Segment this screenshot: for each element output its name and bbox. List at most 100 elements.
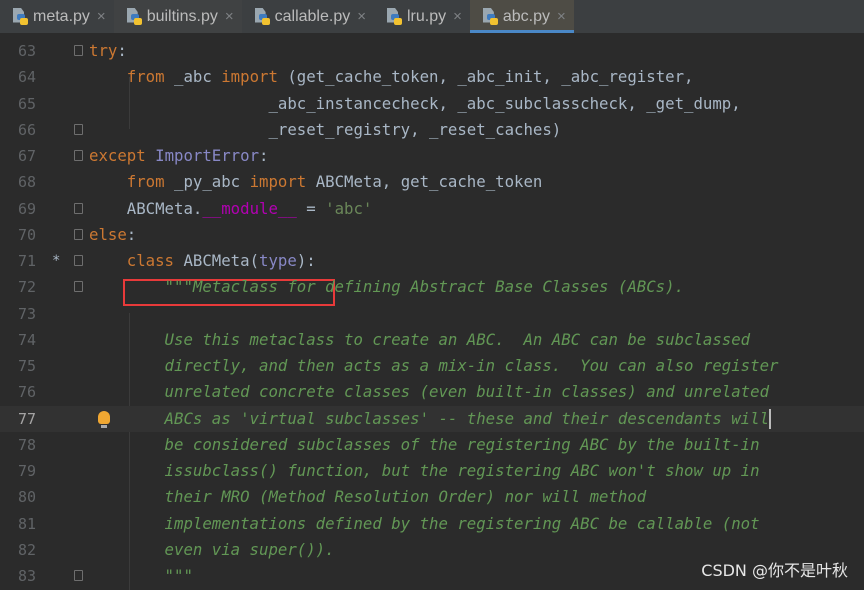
code-text: ABCs as 'virtual subclasses' -- these an… — [89, 406, 772, 432]
code-text: be considered subclasses of the register… — [89, 432, 760, 458]
tab-callable-py[interactable]: callable.py × — [242, 0, 374, 33]
code-token: from — [126, 67, 165, 87]
code-token: _reset_registry, _reset_caches) — [89, 119, 562, 139]
code-token: """ — [89, 566, 193, 585]
code-token: _abc_instancecheck, _abc_subclasscheck, … — [89, 93, 741, 113]
code-line[interactable]: 68 from _py_abc import ABCMeta, get_cach… — [0, 169, 864, 195]
code-line[interactable]: 72 """Metaclass for defining Abstract Ba… — [0, 274, 864, 300]
code-token: ABCMeta. — [89, 198, 203, 218]
fold-open-icon[interactable] — [74, 255, 83, 266]
code-token: _abc — [164, 67, 222, 87]
line-number: 77 — [17, 409, 36, 428]
line-number: 67 — [17, 147, 36, 165]
code-line[interactable]: 71 * class ABCMeta(type): — [0, 248, 864, 274]
fold-close-icon[interactable] — [74, 202, 83, 214]
line-number: 83 — [17, 567, 36, 585]
close-tab-icon[interactable]: × — [453, 8, 462, 25]
code-line[interactable]: 74 Use this metaclass to create an ABC. … — [0, 327, 864, 353]
close-tab-icon[interactable]: × — [97, 8, 106, 25]
code-token: 'abc' — [325, 198, 373, 218]
code-token: implementations defined by the registeri… — [89, 513, 760, 533]
line-number: 63 — [17, 42, 36, 60]
code-token: try — [89, 41, 118, 60]
fold-close-icon[interactable] — [74, 123, 83, 135]
code-token: from — [126, 172, 165, 192]
tab-label: meta.py — [33, 7, 90, 25]
code-line[interactable]: 65 _abc_instancecheck, _abc_subclasschec… — [0, 91, 864, 117]
line-number: 75 — [17, 357, 36, 375]
python-file-icon — [482, 7, 498, 26]
fold-close-icon[interactable] — [74, 570, 83, 581]
code-line[interactable]: 80 their MRO (Method Resolution Order) n… — [0, 484, 864, 510]
line-number: 76 — [17, 383, 36, 402]
line-number: 71 — [17, 252, 36, 270]
tab-label: abc.py — [502, 7, 551, 25]
code-token: type — [259, 251, 297, 270]
code-text: from _py_abc import ABCMeta, get_cache_t… — [89, 169, 543, 195]
line-number: 81 — [17, 514, 36, 533]
code-token: class — [126, 251, 175, 270]
line-number: 78 — [17, 435, 36, 454]
code-editor[interactable]: 63 try: 64 from _abc import (get_cache_tok… — [0, 33, 864, 590]
code-text: try: — [89, 38, 127, 64]
fold-open-icon[interactable] — [74, 45, 83, 56]
line-number: 64 — [17, 68, 36, 87]
code-line[interactable]: 73 — [0, 301, 864, 327]
code-token: ABCs as 'virtual subclasses' -- these an… — [89, 408, 770, 428]
code-token: : — [259, 146, 269, 165]
close-tab-icon[interactable]: × — [557, 8, 566, 25]
line-number: 73 — [17, 304, 36, 323]
code-line[interactable]: 77 ABCs as 'virtual subclasses' -- these… — [0, 405, 864, 432]
code-text: except ImportError: — [89, 143, 268, 169]
tab-builtins-py[interactable]: builtins.py × — [113, 0, 242, 33]
code-token: even via super()). — [89, 539, 335, 559]
tab-meta-py[interactable]: meta.py × — [0, 0, 114, 33]
code-line[interactable]: 69 ABCMeta.__module__ = 'abc' — [0, 196, 864, 222]
code-text: even via super()). — [89, 537, 335, 563]
code-text: from _abc import (get_cache_token, _abc_… — [89, 64, 694, 90]
change-marker: * — [52, 253, 61, 269]
code-token: their MRO (Method Resolution Order) nor … — [89, 487, 647, 507]
close-tab-icon[interactable]: × — [357, 8, 366, 25]
code-token: ABCMeta, get_cache_token — [306, 172, 543, 192]
code-token: directly, and then acts as a mix-in clas… — [89, 356, 779, 375]
code-line[interactable]: 64 from _abc import (get_cache_token, _a… — [0, 64, 864, 90]
python-file-icon — [126, 7, 142, 26]
code-token: (get_cache_token, _abc_init, _abc_regist… — [277, 67, 694, 87]
code-token: else — [89, 224, 127, 244]
code-token: : — [126, 224, 137, 244]
text-caret — [769, 409, 772, 429]
code-token: ImportError — [155, 146, 260, 165]
tab-label: builtins.py — [146, 7, 218, 25]
code-line[interactable]: 78 be considered subclasses of the regis… — [0, 432, 864, 458]
tab-lru-py[interactable]: lru.py × — [374, 0, 470, 33]
code-line[interactable]: 79 issubclass() function, but the regist… — [0, 458, 864, 484]
code-text: class ABCMeta(type): — [89, 248, 316, 274]
code-line[interactable]: 76 unrelated concrete classes (even buil… — [0, 379, 864, 405]
line-number: 69 — [17, 199, 36, 218]
fold-open-icon[interactable] — [74, 150, 83, 161]
fold-open-icon[interactable] — [74, 281, 83, 293]
code-token: except — [89, 146, 146, 165]
code-text: """ — [89, 563, 193, 589]
fold-open-icon[interactable] — [74, 228, 83, 240]
code-line[interactable]: 66 _reset_registry, _reset_caches) — [0, 117, 864, 143]
tab-abc-py[interactable]: abc.py × — [469, 0, 574, 33]
code-text: Use this metaclass to create an ABC. An … — [89, 327, 751, 353]
code-line[interactable]: 81 implementations defined by the regist… — [0, 511, 864, 537]
code-line[interactable]: 70 else: — [0, 222, 864, 248]
line-number: 70 — [17, 225, 36, 244]
python-file-icon — [386, 7, 402, 26]
code-text: unrelated concrete classes (even built-i… — [89, 379, 769, 405]
code-text: _abc_instancecheck, _abc_subclasscheck, … — [89, 91, 741, 117]
python-file-icon — [254, 7, 270, 26]
code-line[interactable]: 67 except ImportError: — [0, 143, 864, 169]
line-number: 80 — [17, 488, 36, 507]
close-tab-icon[interactable]: × — [225, 8, 234, 25]
code-text: implementations defined by the registeri… — [89, 511, 760, 537]
code-line[interactable]: 63 try: — [0, 38, 864, 64]
watermark: CSDN @你不是叶秋 — [701, 561, 848, 580]
code-line[interactable]: 75 directly, and then acts as a mix-in c… — [0, 353, 864, 379]
code-text: issubclass() function, but the registeri… — [89, 458, 760, 484]
